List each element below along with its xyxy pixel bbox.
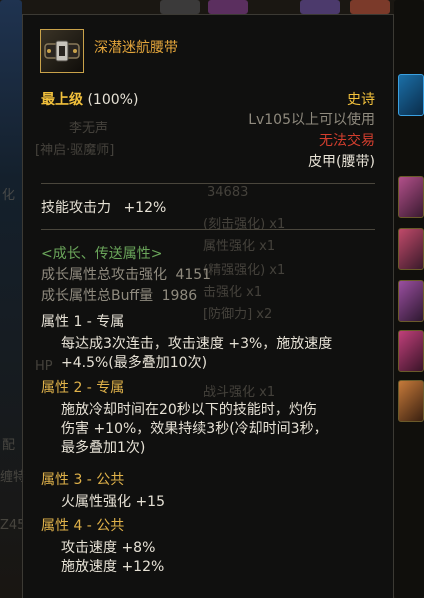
attribute-line: 施放冷却时间在20秒以下的技能时，灼伤 <box>61 402 317 418</box>
bg-fragment-4: 击强化 x1 <box>203 285 263 300</box>
attribute-line: 火属性强化 +15 <box>61 494 165 510</box>
bg-stat-number: 34683 <box>207 185 249 200</box>
growth-attack-label: 成长属性总攻击强化 <box>41 267 167 283</box>
equipment-slot[interactable] <box>398 380 424 422</box>
belt-icon <box>40 29 84 73</box>
tooltip-header: 深潜迷航腰带 <box>40 29 393 73</box>
attribute-line: 施放速度 +12% <box>61 559 165 575</box>
level-requirement: Lv105以上可以使用 <box>248 112 375 128</box>
growth-attack-value: 4151 <box>175 267 212 283</box>
bg-fragment-2: 属性强化 x1 <box>203 239 276 254</box>
bg-char-class: [神启·驱魔师] <box>35 143 115 158</box>
bg-left-bottom-1: 配 <box>2 438 16 453</box>
item-type: 皮甲(腰带) <box>308 154 375 170</box>
bg-top-slot-2 <box>208 0 248 14</box>
skill-attack-value: +12% <box>123 200 167 216</box>
equipment-slot[interactable] <box>398 176 424 218</box>
attribute-title: 属性 4 - 公共 <box>41 518 125 534</box>
item-name: 深潜迷航腰带 <box>94 40 178 56</box>
grade-percent: (100%) <box>87 92 139 108</box>
attribute-title: 属性 3 - 公共 <box>41 472 125 488</box>
bg-top-slot-4 <box>350 0 390 14</box>
equipment-slot[interactable] <box>398 280 424 322</box>
growth-buff-value: 1986 <box>161 288 198 304</box>
divider <box>41 229 375 230</box>
item-grade: 最上级 (100%) <box>41 89 138 109</box>
bg-top-slot-1 <box>160 0 200 14</box>
bg-left-panel <box>0 0 22 598</box>
attribute-title: 属性 2 - 专属 <box>41 380 125 396</box>
attribute-title: 属性 1 - 专属 <box>41 314 125 330</box>
equipment-slot[interactable] <box>398 74 424 116</box>
bg-left-char: 化 <box>2 188 16 203</box>
growth-attack-line: 成长属性总攻击强化 4151 <box>41 264 211 284</box>
attribute-3: 属性 3 - 公共 火属性强化 +15 <box>41 471 379 512</box>
growth-title: <成长、传送属性> <box>41 246 163 262</box>
attribute-2: 属性 2 - 专属 施放冷却时间在20秒以下的技能时，灼伤 伤害 +10%，效果… <box>41 379 379 458</box>
skill-attack-label: 技能攻击力 <box>41 200 111 216</box>
equipment-slot[interactable] <box>398 228 424 270</box>
grade-label: 最上级 <box>41 92 83 108</box>
attribute-1: 属性 1 - 专属 每达成3次连击，攻击速度 +3%，施放速度 +4.5%(最多… <box>41 313 379 373</box>
attribute-line: 攻击速度 +8% <box>61 540 156 556</box>
equipment-slot[interactable] <box>398 330 424 372</box>
attribute-4: 属性 4 - 公共 攻击速度 +8% 施放速度 +12% <box>41 517 379 577</box>
bg-fragment-3: (精强强化) x1 <box>203 263 286 278</box>
attribute-line: 每达成3次连击，攻击速度 +3%，施放速度 <box>61 336 333 352</box>
item-tooltip: 李无声 [神启·驱魔师] 34683 (刻击强化) x1 属性强化 x1 (精强… <box>22 14 394 598</box>
bg-top-slot-3 <box>300 0 340 14</box>
growth-buff-label: 成长属性总Buff量 <box>41 288 154 304</box>
item-rarity: 史诗 <box>347 92 375 108</box>
attribute-line: +4.5%(最多叠加10次) <box>61 355 208 371</box>
divider <box>41 183 375 184</box>
bg-char-name: 李无声 <box>69 121 109 136</box>
growth-buff-line: 成长属性总Buff量 1986 <box>41 285 197 305</box>
trade-status: 无法交易 <box>319 133 375 149</box>
attribute-line: 最多叠加1次) <box>61 440 146 456</box>
skill-attack-line: 技能攻击力 +12% <box>41 197 166 217</box>
attribute-line: 伤害 +10%，效果持续3秒(冷却时间3秒， <box>61 421 328 437</box>
